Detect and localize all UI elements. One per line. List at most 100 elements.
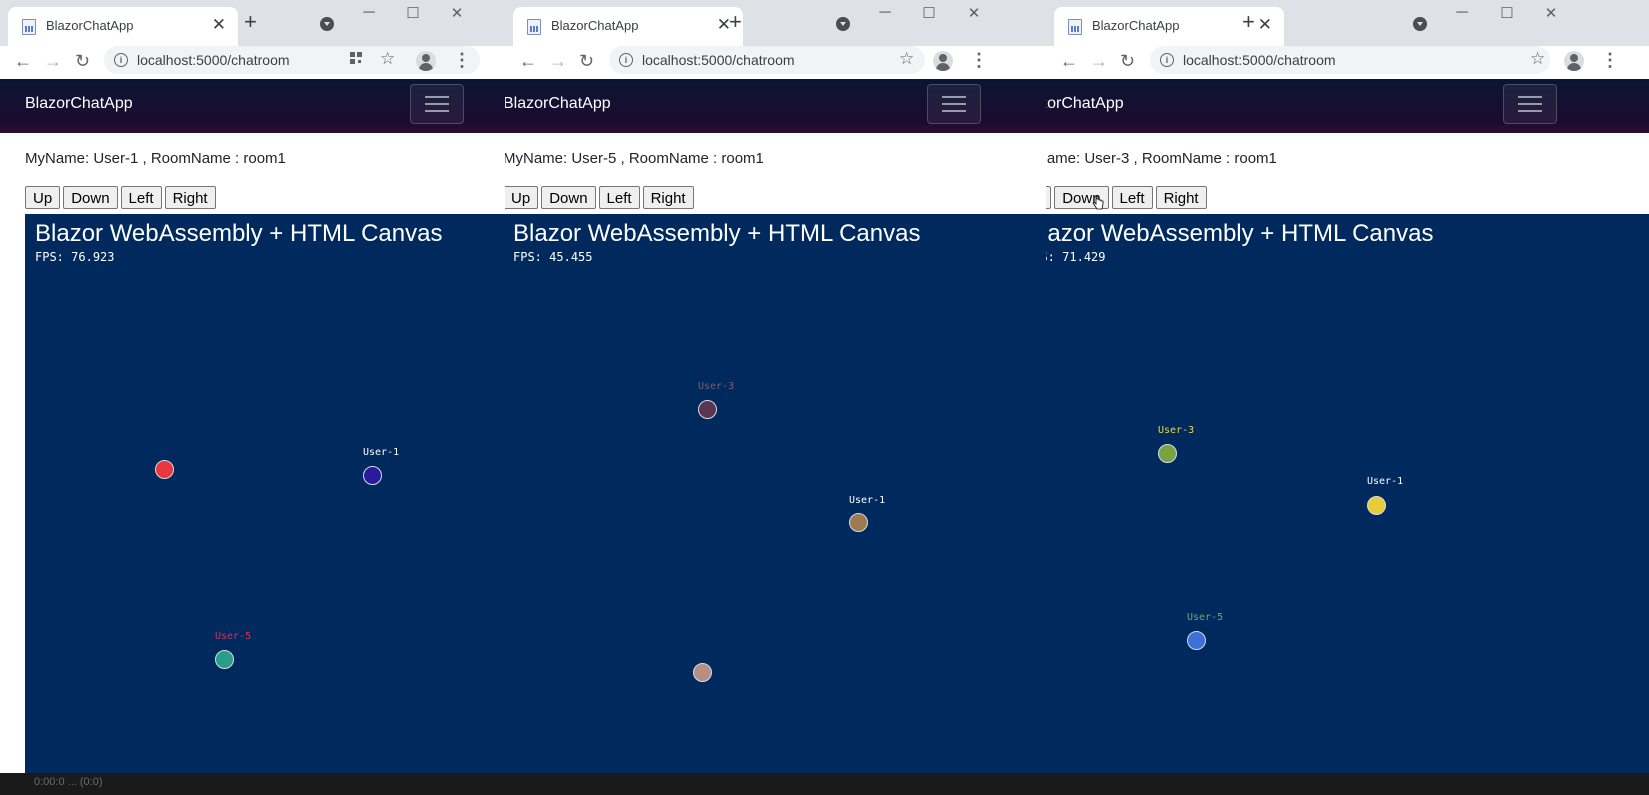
up-button[interactable]: Up (505, 186, 539, 209)
browser-menu-icon[interactable]: ⋮ (1601, 50, 1619, 71)
tab-title: BlazorChatApp (551, 18, 639, 33)
qr-code-icon[interactable] (350, 52, 362, 64)
page-favicon-icon (22, 19, 36, 35)
user-dot (363, 466, 382, 485)
maximize-icon[interactable]: ☐ (918, 4, 940, 22)
minimize-icon[interactable]: ─ (874, 4, 896, 22)
url-text: localhost:5000/chatroom (1183, 52, 1336, 68)
maximize-icon[interactable]: ☐ (1496, 4, 1518, 22)
left-button[interactable]: Left (1111, 186, 1153, 209)
user-room-info: MyName: User-1 , RoomName : room1 (25, 150, 286, 167)
forward-arrow-icon[interactable]: → (44, 51, 62, 72)
site-info-icon[interactable]: i (1160, 53, 1174, 67)
browser-tab[interactable]: BlazorChatApp ✕ (8, 7, 238, 46)
user-dot (155, 460, 174, 479)
minimize-icon[interactable]: ─ (1451, 4, 1473, 22)
profile-icon[interactable] (933, 51, 953, 71)
movement-controls: UpDownLeftRight (25, 186, 219, 213)
navbar-toggle-button[interactable] (1503, 84, 1557, 124)
new-tab-icon[interactable]: + (729, 11, 742, 33)
user-dot (1367, 496, 1386, 515)
game-canvas[interactable]: Blazor WebAssembly + HTML Canvas FPS: 45… (505, 214, 1046, 774)
navbar-toggle-button[interactable] (410, 84, 464, 124)
right-button[interactable]: Right (642, 186, 694, 209)
maximize-icon[interactable]: ☐ (402, 4, 424, 22)
site-info-icon[interactable]: i (114, 53, 128, 67)
up-button[interactable]: Up (25, 186, 61, 209)
browser-toolbar: ← → ↻ i localhost:5000/chatroom ☆ ⋮ (0, 46, 505, 79)
down-button[interactable]: Down (541, 186, 596, 209)
user-dot (215, 650, 234, 669)
new-tab-icon[interactable]: + (1242, 11, 1255, 33)
canvas-title: Blazor WebAssembly + HTML Canvas (35, 220, 443, 247)
address-bar[interactable]: i localhost:5000/chatroom ☆ (1150, 46, 1550, 74)
fps-counter: FPS: 71.429 (1046, 250, 1106, 264)
profile-icon[interactable] (1564, 51, 1584, 71)
profile-icon[interactable] (416, 51, 436, 71)
fps-counter: FPS: 45.455 (513, 250, 593, 264)
new-tab-icon[interactable]: + (244, 11, 257, 33)
close-tab-icon[interactable]: ✕ (1258, 15, 1272, 35)
app-navbar: BlazorChatApp (1046, 79, 1649, 133)
hamburger-icon (942, 96, 966, 98)
app-brand[interactable]: BlazorChatApp (1046, 95, 1124, 113)
tab-title: BlazorChatApp (1092, 18, 1180, 33)
page-favicon-icon (1068, 19, 1082, 35)
page-favicon-icon (527, 19, 541, 35)
close-window-icon[interactable]: ✕ (963, 4, 985, 22)
forward-arrow-icon[interactable]: → (549, 51, 567, 72)
browser-menu-icon[interactable]: ⋮ (970, 50, 988, 71)
app-navbar: BlazorChatApp (505, 79, 1046, 133)
browser-window-user-1: BlazorChatApp ✕ + ─ ☐ ✕ ← → ↻ i localhos… (0, 0, 506, 795)
bottom-status-text: 0:00:0 ... (0:0) (34, 776, 103, 788)
close-tab-icon[interactable]: ✕ (212, 15, 226, 35)
browser-toolbar: ← → ↻ i localhost:5000/chatroom ☆ ⋮ (505, 46, 1046, 79)
app-brand[interactable]: BlazorChatApp (505, 95, 611, 113)
back-arrow-icon[interactable]: ← (14, 51, 32, 72)
hamburger-icon (1518, 96, 1542, 98)
reload-icon[interactable]: ↻ (75, 51, 90, 72)
bookmark-star-icon[interactable]: ☆ (899, 49, 914, 69)
close-window-icon[interactable]: ✕ (446, 4, 468, 22)
movement-controls: UpDownLeftRight (1046, 186, 1210, 213)
tab-search-icon[interactable] (836, 17, 850, 31)
hand-cursor-icon (1092, 195, 1104, 210)
reload-icon[interactable]: ↻ (579, 51, 594, 72)
browser-window-user-5: BlazorChatApp ✕ + ─ ☐ ✕ ← → ↻ i localhos… (505, 0, 1047, 795)
left-button[interactable]: Left (120, 186, 162, 209)
user-label: User-5 (215, 631, 252, 642)
canvas-title: Blazor WebAssembly + HTML Canvas (1046, 220, 1434, 247)
navbar-toggle-button[interactable] (927, 84, 981, 124)
fps-counter: FPS: 76.923 (35, 250, 115, 264)
close-window-icon[interactable]: ✕ (1540, 4, 1562, 22)
back-arrow-icon[interactable]: ← (1060, 51, 1078, 72)
user-label: User-1 (849, 495, 886, 506)
right-button[interactable]: Right (164, 186, 216, 209)
forward-arrow-icon[interactable]: → (1090, 51, 1108, 72)
browser-tab[interactable]: BlazorChatApp ✕ (513, 7, 743, 46)
browser-toolbar: ← → ↻ i localhost:5000/chatroom ☆ ⋮ (1046, 46, 1649, 79)
bookmark-star-icon[interactable]: ☆ (1530, 49, 1545, 69)
down-button[interactable]: Down (63, 186, 118, 209)
reload-icon[interactable]: ↻ (1120, 51, 1135, 72)
bookmark-star-icon[interactable]: ☆ (380, 49, 395, 69)
screen-bottom-strip: 0:00:0 ... (0:0) (0, 773, 1649, 795)
minimize-icon[interactable]: ─ (358, 4, 380, 22)
app-navbar: BlazorChatApp (0, 79, 505, 133)
user-label: User-3 (698, 381, 735, 392)
tab-search-icon[interactable] (320, 17, 334, 31)
tab-search-icon[interactable] (1413, 17, 1427, 31)
game-canvas[interactable]: Blazor WebAssembly + HTML Canvas FPS: 71… (1046, 214, 1649, 774)
movement-controls: UpDownLeftRight (505, 186, 697, 213)
game-canvas[interactable]: Blazor WebAssembly + HTML Canvas FPS: 76… (25, 214, 505, 774)
right-button[interactable]: Right (1155, 186, 1207, 209)
left-button[interactable]: Left (598, 186, 640, 209)
user-dot (693, 663, 712, 682)
site-info-icon[interactable]: i (619, 53, 633, 67)
app-brand[interactable]: BlazorChatApp (25, 95, 133, 113)
browser-menu-icon[interactable]: ⋮ (453, 50, 471, 71)
address-bar[interactable]: i localhost:5000/chatroom ☆ (609, 46, 925, 74)
back-arrow-icon[interactable]: ← (519, 51, 537, 72)
url-text: localhost:5000/chatroom (642, 52, 795, 68)
up-button[interactable]: Up (1046, 186, 1052, 209)
